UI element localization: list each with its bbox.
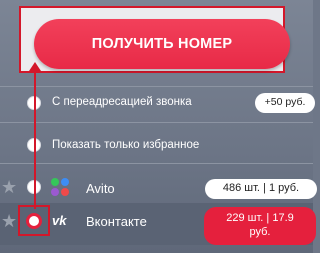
avito-price-badge: 486 шт. | 1 руб. xyxy=(205,179,317,199)
annotation-arrow xyxy=(34,66,36,209)
divider xyxy=(0,86,313,87)
favorite-star-icon[interactable]: ★ xyxy=(1,212,17,230)
selection-highlight-box xyxy=(18,205,50,236)
forwarding-label: С переадресацией звонка xyxy=(52,96,192,108)
divider xyxy=(0,122,313,123)
avito-label: Avito xyxy=(86,181,115,196)
vk-price-badge: 229 шт. | 17.9 руб. xyxy=(204,207,316,245)
annotation-arrowhead xyxy=(29,62,41,71)
vk-icon: vk xyxy=(52,213,67,228)
avito-icon xyxy=(51,178,69,196)
favorites-only-label: Показать только избранное xyxy=(52,139,200,151)
get-number-button[interactable]: ПОЛУЧИТЬ НОМЕР xyxy=(34,19,290,69)
favorite-star-icon[interactable]: ★ xyxy=(1,178,17,196)
vk-price-line2: руб. xyxy=(249,226,271,238)
get-number-highlight: ПОЛУЧИТЬ НОМЕР xyxy=(19,6,290,73)
vk-label: Вконтакте xyxy=(86,214,147,229)
divider xyxy=(0,163,313,164)
vk-price-line1: 229 шт. | 17.9 xyxy=(226,212,294,225)
get-number-button-label: ПОЛУЧИТЬ НОМЕР xyxy=(91,36,233,52)
forwarding-price-badge: +50 руб. xyxy=(255,93,315,113)
